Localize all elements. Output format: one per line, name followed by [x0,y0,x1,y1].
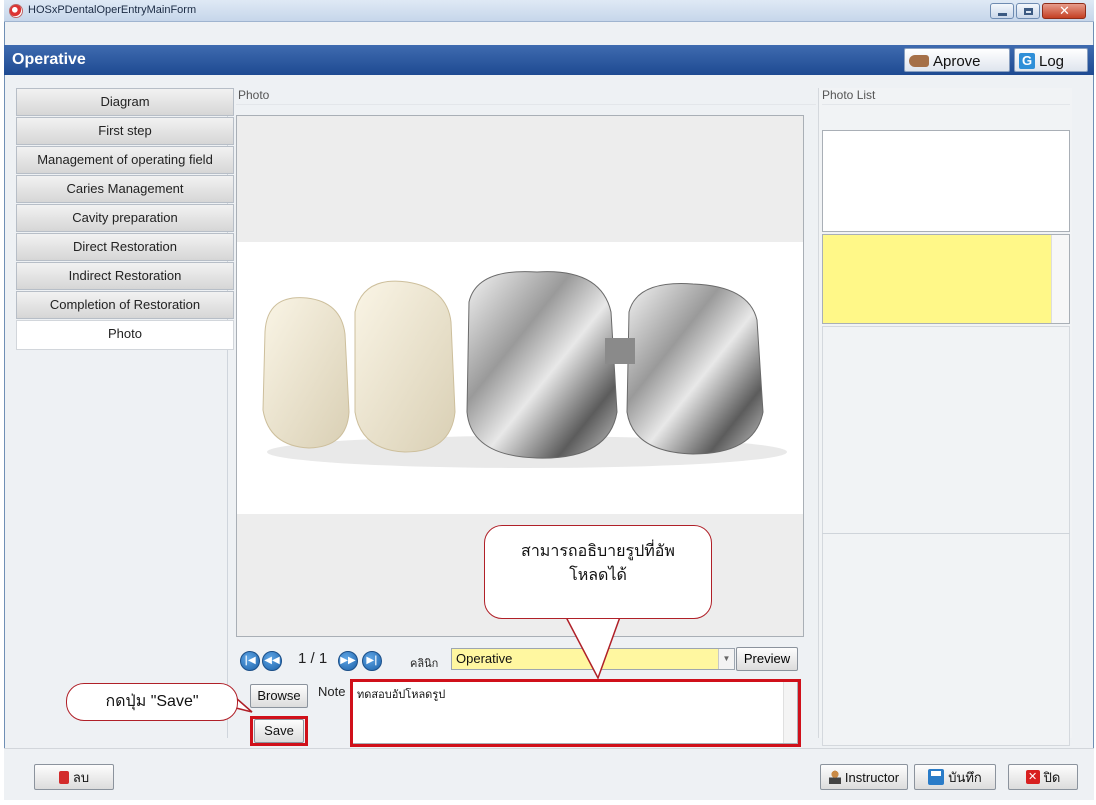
window-title: HOSxPDentalOperEntryMainForm [28,4,197,16]
sidebar-item-caries-management[interactable]: Caries Management [16,175,234,203]
callout-note-line1: สามารถอธิบายรูปที่อัพ [521,543,675,560]
delete-label: ลบ [72,769,90,785]
photo-list-title-divider [822,104,1070,105]
callout-note-line2: โหลดได้ [569,567,627,584]
sidebar-item-diagram[interactable]: Diagram [16,88,234,116]
photo-list-scrollbar[interactable] [1051,235,1069,323]
clinic-value: Operative [456,651,513,666]
log-button[interactable]: G Log [1014,48,1088,72]
first-photo-button[interactable]: |◀ [240,651,260,671]
maximize-button[interactable] [1016,3,1040,19]
highlight-note-field [350,679,801,747]
photo-list-divider [822,533,1070,534]
minimize-icon [998,13,1007,16]
aprove-button[interactable]: Aprove [904,48,1010,72]
photo-list-title: Photo List [822,88,876,102]
sidebar-item-first-step[interactable]: First step [16,117,234,145]
instructor-label: Instructor [844,769,900,785]
close-form-button[interactable]: ✕ ปิด [1008,764,1078,790]
instructor-button[interactable]: Instructor [820,764,908,790]
sidebar-item-indirect-restoration[interactable]: Indirect Restoration [16,262,234,290]
save-label: บันทึก [948,769,982,785]
sidebar-item-cavity-preparation[interactable]: Cavity preparation [16,204,234,232]
photo-image [237,242,803,514]
close-x-icon: ✕ [1025,770,1040,784]
clinic-label: คลินิก [410,658,439,670]
maximize-icon [1024,8,1033,15]
close-button[interactable]: ✕ [1042,3,1086,19]
clinic-select[interactable]: Operative ▼ [451,648,735,670]
note-label: Note [318,684,346,699]
photo-title-divider [236,104,816,105]
callout-note: สามารถอธิบายรูปที่อัพ โหลดได้ [484,525,712,619]
floppy-disk-icon [928,769,945,785]
preview-button[interactable]: Preview [736,647,798,671]
sidebar-item-management-operating-field[interactable]: Management of operating field [16,146,234,174]
delete-button[interactable]: ลบ [34,764,114,790]
next-photo-button[interactable]: ▶▶ [338,651,358,671]
app-icon [9,4,23,18]
sidebar-item-completion-restoration[interactable]: Completion of Restoration [16,291,234,319]
sidebar-item-photo[interactable]: Photo [16,320,234,350]
minimize-button[interactable] [990,3,1014,19]
log-icon: G [1019,53,1035,69]
save-button[interactable]: บันทึก [914,764,996,790]
title-bar: HOSxPDentalOperEntryMainForm ✕ [4,0,1094,22]
highlight-save-button [250,716,308,746]
chevron-down-icon[interactable]: ▼ [718,649,734,669]
form-caption: Operative [12,51,86,68]
browse-button[interactable]: Browse [250,684,308,708]
photo-list-item-selected[interactable] [822,234,1070,324]
prev-photo-button[interactable]: ◀◀ [262,651,282,671]
close-icon: ✕ [1059,4,1070,19]
callout-save: กดปุ่ม "Save" [66,683,238,721]
handshake-icon [909,55,929,67]
photo-panel-title: Photo [238,88,270,102]
photo-pager: 1 / 1 [298,650,328,667]
photo-navigation: |◀ ◀◀ 1 / 1 ▶▶ ▶| คลินิก Operative ▼ Pre… [240,647,800,671]
trash-icon [58,770,69,784]
log-label: Log [1039,52,1065,70]
aprove-label: Aprove [933,52,981,70]
form-header: Operative Aprove G Log [4,45,1094,75]
close-label: ปิด [1043,769,1061,785]
photo-list-thumbnail[interactable] [822,130,1070,232]
person-icon [828,770,841,784]
last-photo-button[interactable]: ▶| [362,651,382,671]
dental-bridge-image [262,271,787,468]
sidebar-item-direct-restoration[interactable]: Direct Restoration [16,233,234,261]
photo-list-lower-area [822,326,1070,746]
